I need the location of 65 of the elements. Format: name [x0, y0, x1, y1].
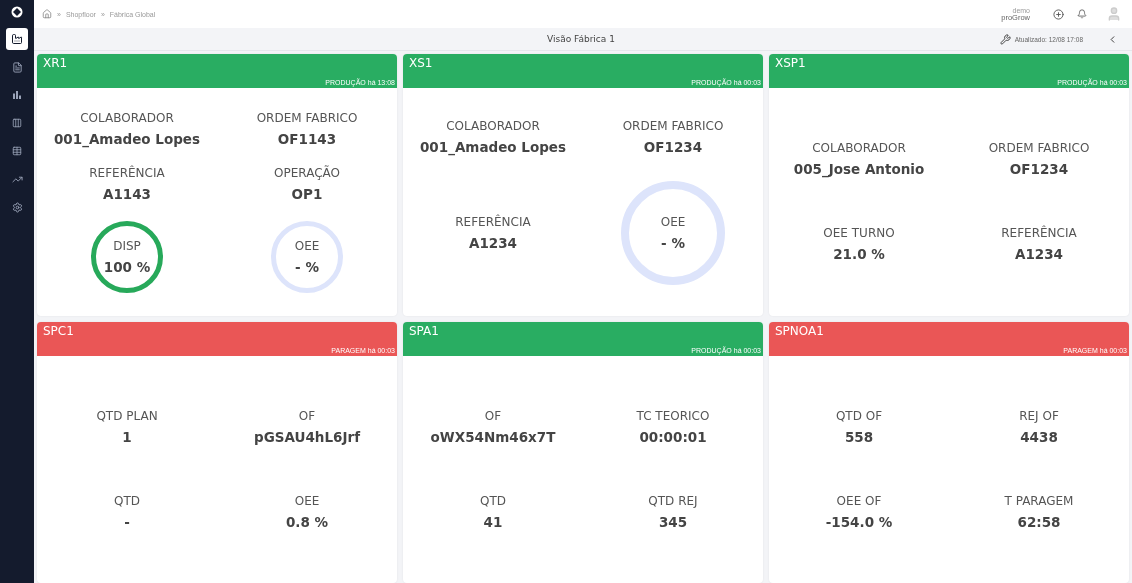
- field-label: COLABORADOR: [80, 110, 174, 125]
- field-label: QTD: [114, 493, 140, 508]
- gauge-label: OEE: [660, 215, 686, 229]
- machine-name: XR1: [43, 56, 68, 70]
- home-icon[interactable]: [42, 9, 52, 19]
- field-label: QTD: [480, 493, 506, 508]
- machine-name: SPC1: [43, 323, 74, 338]
- field-label: ORDEM FABRICO: [988, 141, 1090, 156]
- gauge-value: - %: [661, 235, 685, 251]
- machine-name: XS1: [409, 56, 433, 70]
- machine-name: SPA1: [409, 323, 439, 338]
- field-label: REFERÊNCIA: [89, 165, 165, 180]
- gauge-value: 100 %: [103, 258, 151, 275]
- field-label: REFERÊNCIA: [455, 215, 531, 229]
- field-value: 0.8 %: [285, 513, 329, 530]
- field-label: OEE TURNO: [823, 226, 895, 241]
- field-label: OF: [484, 408, 502, 423]
- machine-name: SPNOA1: [775, 323, 824, 338]
- machine-name: XSP1: [775, 56, 806, 70]
- field-label: QTD REJ: [648, 493, 698, 508]
- field-value: OF1143: [277, 130, 337, 147]
- field-label: ORDEM FABRICO: [256, 110, 358, 125]
- field-value: 4438: [1020, 428, 1058, 445]
- field-value: -154.0 %: [825, 513, 893, 530]
- field-value: OP1: [291, 185, 323, 202]
- field-label: T PARAGEM: [1004, 493, 1074, 508]
- field-value: 62:58: [1017, 513, 1061, 530]
- field-value: 001_Amadeo Lopes: [419, 138, 567, 155]
- field-label: OEE: [294, 493, 320, 508]
- gauge-label: OEE: [294, 238, 320, 253]
- field-value: OF1234: [643, 138, 703, 155]
- field-value: A1234: [469, 235, 517, 251]
- wrench-icon: [999, 33, 1011, 45]
- field-label: OPERAÇÃO: [274, 165, 340, 180]
- logo-icon: [11, 6, 23, 18]
- field-label: COLABORADOR: [446, 118, 540, 133]
- field-label: REJ OF: [1019, 408, 1059, 423]
- field-value: 41: [483, 513, 503, 530]
- field-value: 00:00:01: [639, 428, 707, 445]
- field-label: REFERÊNCIA: [1001, 226, 1077, 241]
- field-value: 1: [122, 428, 132, 445]
- field-value: 005_Jose Antonio: [793, 161, 925, 178]
- gauge-label: DISP: [113, 238, 141, 253]
- field-value: OF1234: [1009, 161, 1069, 178]
- field-value: 558: [844, 428, 874, 445]
- page-title: Visão Fábrica 1: [547, 34, 615, 44]
- field-label: OEE OF: [836, 493, 882, 508]
- field-label: ORDEM FABRICO: [622, 118, 724, 133]
- field-label: QTD OF: [835, 408, 883, 423]
- field-label: OF: [298, 408, 316, 423]
- field-value: pGSAU4hL6Jrf: [254, 428, 360, 445]
- field-label: COLABORADOR: [812, 141, 906, 156]
- field-value: A1143: [103, 185, 151, 202]
- field-value: A1234: [1015, 246, 1063, 263]
- field-label: QTD PLAN: [96, 408, 158, 423]
- field-value: 21.0 %: [833, 246, 885, 263]
- field-value: -: [124, 513, 130, 530]
- field-value: 001_Amadeo Lopes: [53, 130, 201, 147]
- factory-icon[interactable]: [6, 28, 28, 50]
- field-value: oWX54Nm46x7T: [430, 428, 556, 445]
- field-label: TC TEORICO: [636, 408, 710, 423]
- add-icon[interactable]: [1053, 8, 1064, 20]
- bell-icon[interactable]: [1077, 9, 1087, 19]
- gauge-value: - %: [295, 258, 319, 275]
- field-value: 345: [658, 513, 688, 530]
